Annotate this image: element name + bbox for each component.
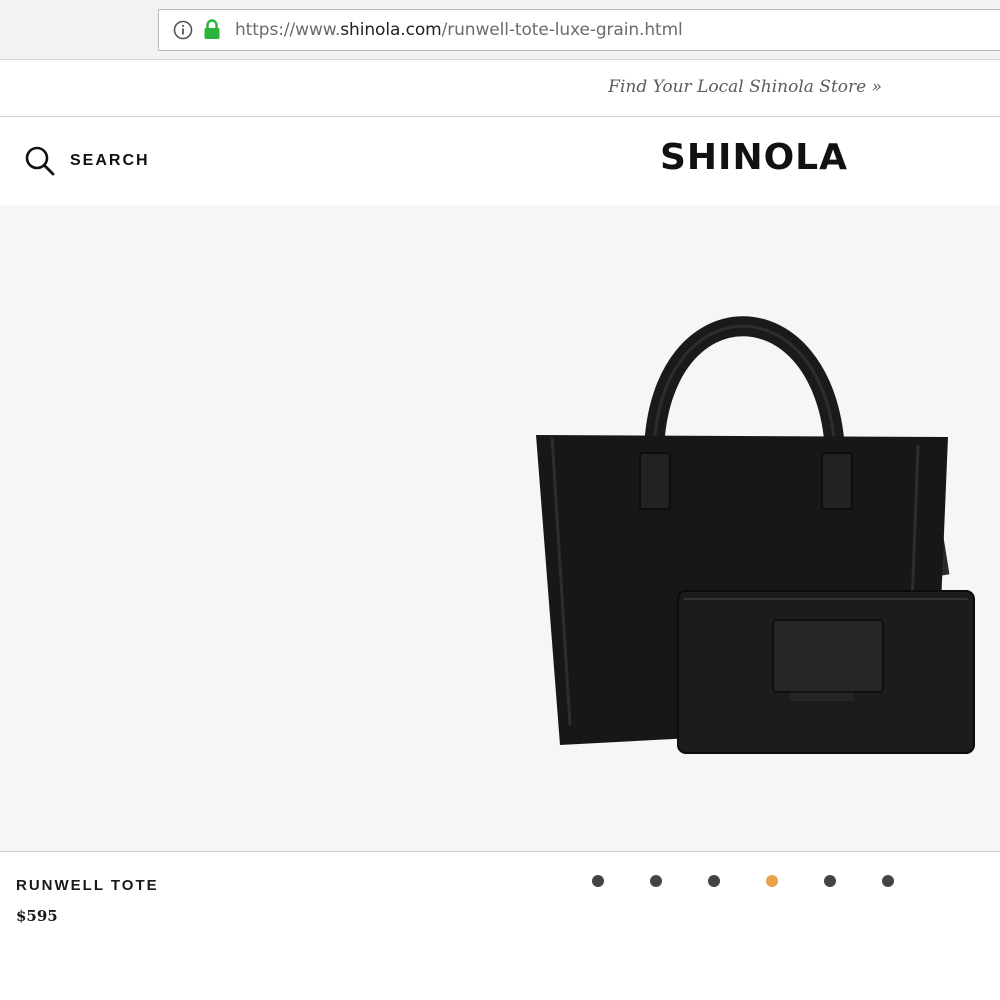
search-button[interactable]: SEARCH xyxy=(24,145,150,177)
url-text[interactable]: https://www.shinola.com/runwell-tote-lux… xyxy=(235,20,683,40)
carousel-pagination xyxy=(592,875,940,887)
carousel-dot[interactable] xyxy=(592,875,604,887)
carousel-dot[interactable] xyxy=(824,875,836,887)
url-path: /runwell-tote-luxe-grain.html xyxy=(441,20,683,40)
site-header: SEARCH SHINOLA xyxy=(0,117,1000,205)
previous-image-arrow[interactable] xyxy=(0,345,4,363)
product-image-stage xyxy=(0,205,1000,852)
shinola-logo[interactable]: SHINOLA xyxy=(660,137,848,178)
carousel-dot[interactable] xyxy=(766,875,778,887)
url-scheme: https://www. xyxy=(235,20,341,40)
carousel-dot[interactable] xyxy=(708,875,720,887)
search-label: SEARCH xyxy=(70,152,150,169)
info-icon[interactable] xyxy=(173,20,193,40)
browser-toolbar: https://www.shinola.com/runwell-tote-lux… xyxy=(0,0,1000,60)
search-icon xyxy=(25,146,55,176)
carousel-dot[interactable] xyxy=(882,875,894,887)
carousel-dot[interactable] xyxy=(650,875,662,887)
product-image[interactable] xyxy=(0,205,1000,852)
next-image-arrow[interactable] xyxy=(0,545,4,563)
store-locator-strip: Find Your Local Shinola Store » xyxy=(0,60,1000,117)
product-price: $595 xyxy=(16,907,58,925)
address-bar[interactable]: https://www.shinola.com/runwell-tote-lux… xyxy=(158,9,1000,51)
product-name: RUNWELL TOTE xyxy=(16,877,159,894)
url-host: shinola.com xyxy=(340,20,442,40)
find-store-link[interactable]: Find Your Local Shinola Store » xyxy=(608,77,882,97)
lock-icon[interactable] xyxy=(203,19,221,41)
